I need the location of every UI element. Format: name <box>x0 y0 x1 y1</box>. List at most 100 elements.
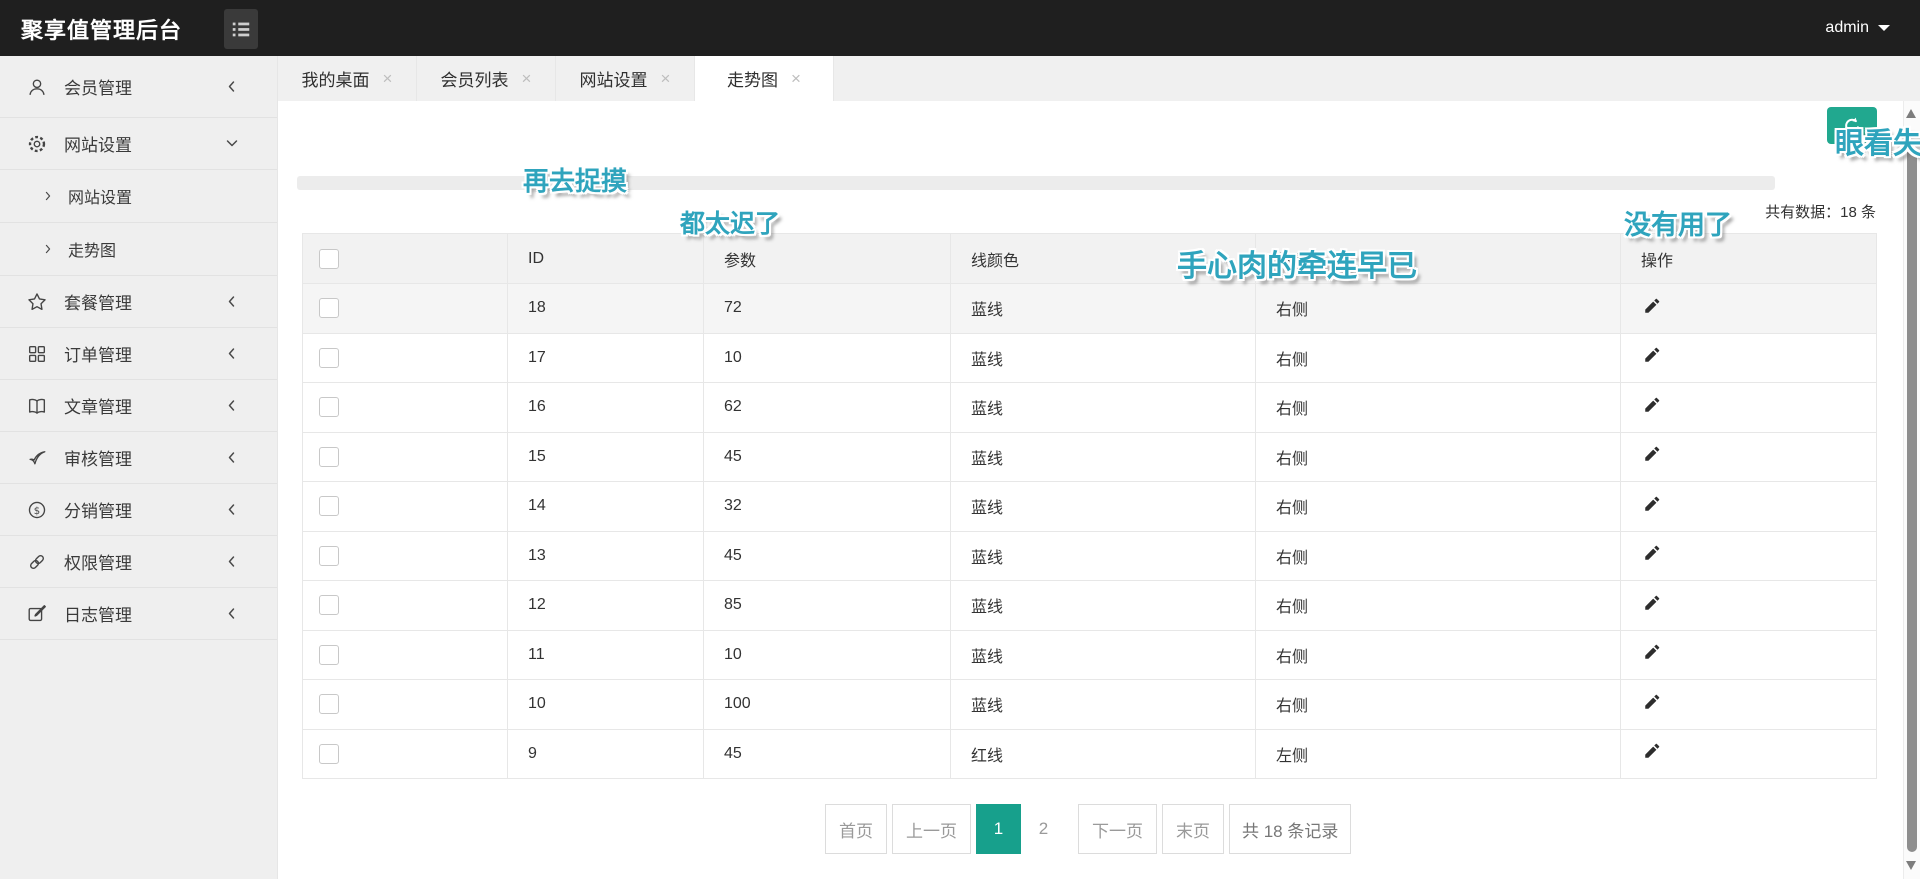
pencil-icon <box>1643 742 1661 760</box>
svg-text:$: $ <box>34 505 40 516</box>
table-row: 945红线左侧 <box>303 729 1877 779</box>
row-checkbox[interactable] <box>319 348 339 368</box>
tab-label: 走势图 <box>727 66 778 91</box>
app-title: 聚享值管理后台 <box>21 13 182 45</box>
chevron-left-icon <box>224 554 239 569</box>
sidebar-item[interactable]: 日志管理 <box>0 588 277 640</box>
chevron-left-icon <box>224 502 239 517</box>
cell-position: 右侧 <box>1256 581 1621 631</box>
tab-bar: 我的桌面×会员列表×网站设置× 走势图 × <box>278 56 1920 101</box>
edit-button[interactable] <box>1643 495 1661 513</box>
cell-param: 10 <box>704 630 951 680</box>
table-row: 1432蓝线右侧 <box>303 482 1877 532</box>
cell-param: 85 <box>704 581 951 631</box>
sidebar-item[interactable]: 权限管理 <box>0 536 277 588</box>
sidebar-item[interactable]: 会员管理 <box>0 56 277 118</box>
scrollbar-down-arrow[interactable] <box>1906 861 1916 870</box>
row-checkbox[interactable] <box>319 496 339 516</box>
cell-id: 16 <box>508 383 704 433</box>
close-icon[interactable]: × <box>661 70 671 87</box>
sidebar-subitem[interactable]: 走势图 <box>0 223 277 276</box>
cell-line-color: 蓝线 <box>951 333 1256 383</box>
cell-param: 62 <box>704 383 951 433</box>
sidebar-item-label: 网站设置 <box>64 131 132 156</box>
cell-param: 100 <box>704 680 951 730</box>
edit-button[interactable] <box>1643 643 1661 661</box>
cell-line-color: 蓝线 <box>951 630 1256 680</box>
tab[interactable]: 会员列表× <box>417 56 556 101</box>
collapsed-panel-bar <box>297 176 1775 190</box>
edit-button[interactable] <box>1643 742 1661 760</box>
pencil-icon <box>1643 495 1661 513</box>
cell-position: 右侧 <box>1256 531 1621 581</box>
chevron-left-icon <box>224 606 239 621</box>
pencil-icon <box>1643 297 1661 315</box>
row-checkbox[interactable] <box>319 447 339 467</box>
page-button[interactable]: 2 <box>1021 804 1066 854</box>
scrollbar-up-arrow[interactable] <box>1906 109 1916 118</box>
row-checkbox[interactable] <box>319 744 339 764</box>
sidebar-item-label: 权限管理 <box>64 549 132 574</box>
edit-button[interactable] <box>1643 445 1661 463</box>
column-header: 线颜色 <box>951 234 1256 284</box>
sidebar-item[interactable]: 审核管理 <box>0 432 277 484</box>
cell-id: 11 <box>508 630 704 680</box>
sidebar-item-label: 会员管理 <box>64 74 132 99</box>
close-icon[interactable]: × <box>383 70 393 87</box>
cell-param: 72 <box>704 284 951 334</box>
cell-line-color: 蓝线 <box>951 482 1256 532</box>
total-data-count: 共有数据：18 条 <box>1765 201 1876 222</box>
tab[interactable]: 网站设置× <box>556 56 695 101</box>
sidebar-item[interactable]: 套餐管理 <box>0 276 277 328</box>
column-header <box>303 234 508 284</box>
tab[interactable]: 我的桌面× <box>278 56 417 101</box>
row-checkbox[interactable] <box>319 645 339 665</box>
tab[interactable]: 走势图 × <box>695 56 834 101</box>
table-row: 10100蓝线右侧 <box>303 680 1877 730</box>
sidebar-item[interactable]: $分销管理 <box>0 484 277 536</box>
pagination: 首页上一页12下一页末页共 18 条记录 <box>825 804 1351 854</box>
sidebar-item[interactable]: 文章管理 <box>0 380 277 432</box>
user-menu[interactable]: admin <box>1825 0 1890 56</box>
edit-button[interactable] <box>1643 396 1661 414</box>
row-checkbox[interactable] <box>319 694 339 714</box>
row-checkbox[interactable] <box>319 546 339 566</box>
refresh-button[interactable] <box>1827 107 1877 144</box>
grid-icon <box>26 343 48 365</box>
trend-data-table: ID参数线颜色位置操作 1872蓝线右侧1710蓝线右侧1662蓝线右侧1545… <box>302 233 1877 779</box>
sidebar-subitem[interactable]: 网站设置 <box>0 170 277 223</box>
edit-button[interactable] <box>1643 297 1661 315</box>
cell-id: 15 <box>508 432 704 482</box>
row-checkbox[interactable] <box>319 397 339 417</box>
cell-id: 13 <box>508 531 704 581</box>
chevron-right-icon <box>42 243 54 255</box>
edit-button[interactable] <box>1643 346 1661 364</box>
page-button[interactable]: 上一页 <box>892 804 971 854</box>
close-icon[interactable]: × <box>522 70 532 87</box>
gear-icon <box>26 133 48 155</box>
page-button[interactable]: 首页 <box>825 804 887 854</box>
sidebar: 会员管理网站设置网站设置走势图套餐管理订单管理文章管理审核管理$分销管理权限管理… <box>0 56 278 879</box>
select-all-checkbox[interactable] <box>319 249 339 269</box>
pencil-icon <box>1643 693 1661 711</box>
cell-position: 右侧 <box>1256 482 1621 532</box>
sidebar-subitem-label: 网站设置 <box>68 184 132 208</box>
sidebar-item[interactable]: 网站设置 <box>0 118 277 170</box>
page-button[interactable]: 末页 <box>1162 804 1224 854</box>
edit-button[interactable] <box>1643 594 1661 612</box>
pencil-icon <box>1643 643 1661 661</box>
edit-button[interactable] <box>1643 693 1661 711</box>
page-button[interactable]: 1 <box>976 804 1021 854</box>
cell-param: 45 <box>704 432 951 482</box>
close-icon[interactable]: × <box>791 70 801 87</box>
row-checkbox[interactable] <box>319 595 339 615</box>
scrollbar-thumb[interactable] <box>1907 146 1917 852</box>
sidebar-item[interactable]: 订单管理 <box>0 328 277 380</box>
sidebar-toggle-button[interactable] <box>224 9 258 49</box>
page-button[interactable]: 下一页 <box>1078 804 1157 854</box>
edit-button[interactable] <box>1643 544 1661 562</box>
cell-id: 10 <box>508 680 704 730</box>
row-checkbox[interactable] <box>319 298 339 318</box>
pencil-icon <box>1643 396 1661 414</box>
table-row: 1662蓝线右侧 <box>303 383 1877 433</box>
